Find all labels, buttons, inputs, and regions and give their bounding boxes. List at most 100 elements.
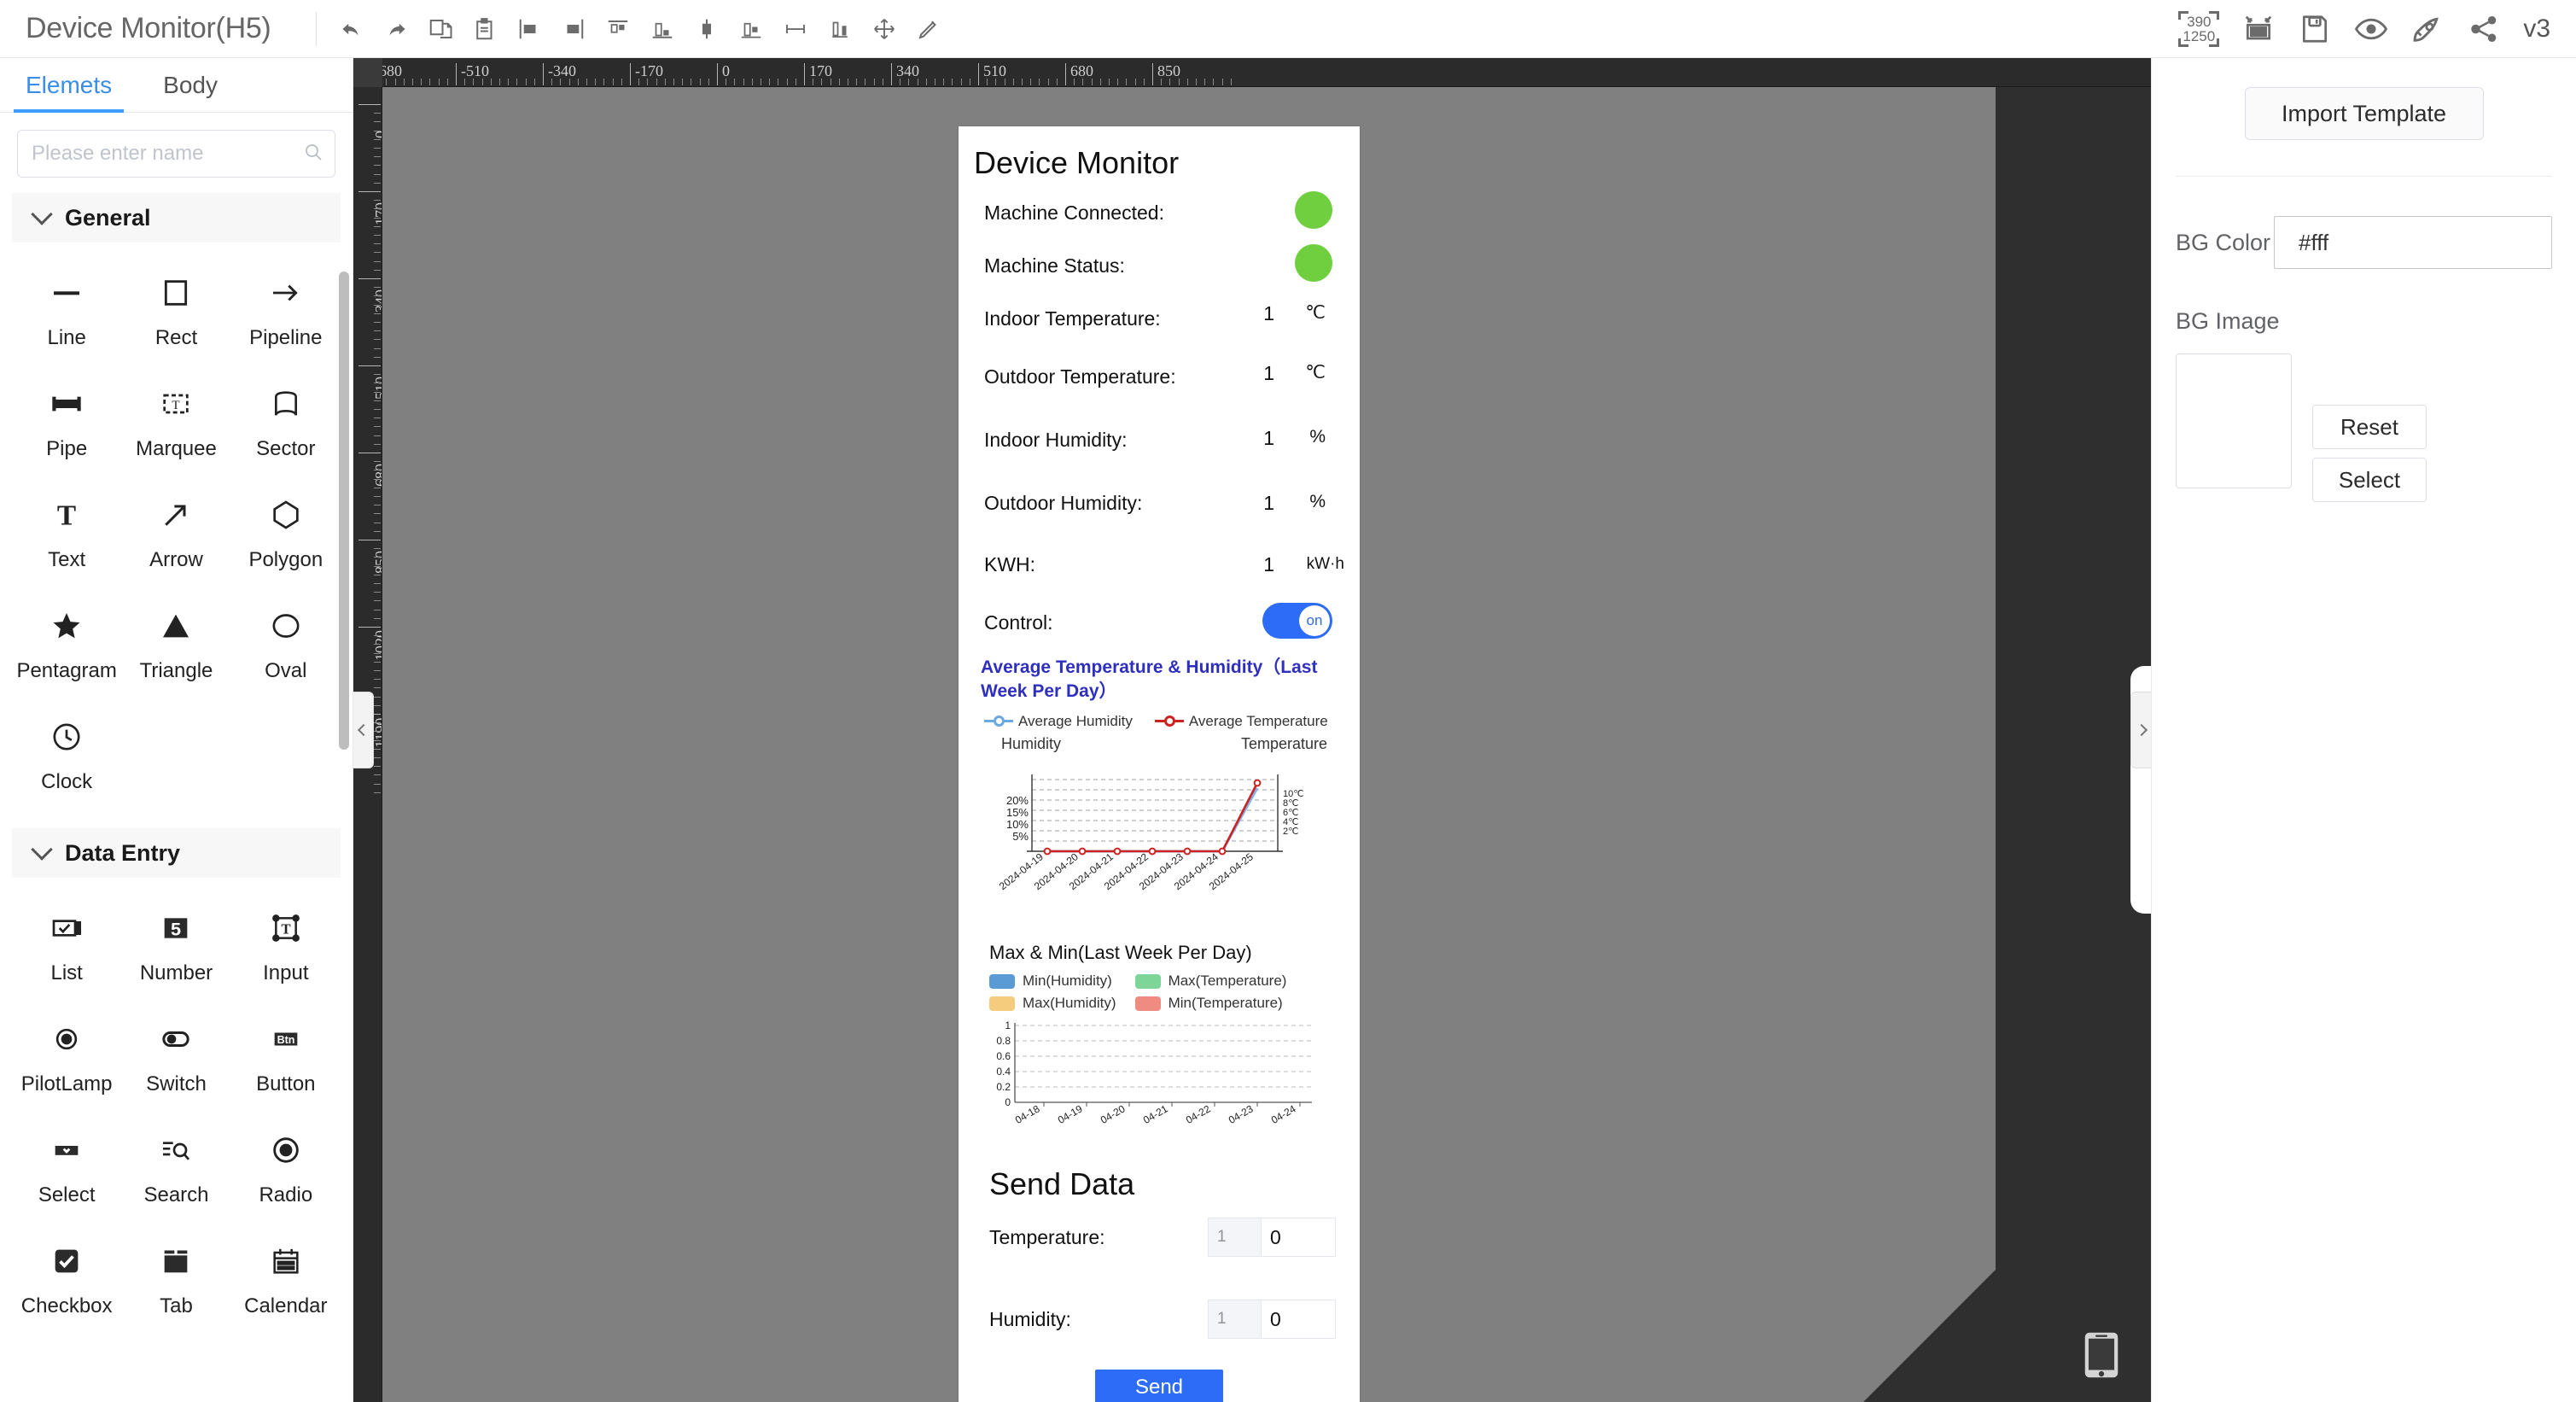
element-clock[interactable]: Clock [12, 695, 121, 806]
save-icon[interactable] [2293, 7, 2337, 51]
element-pentagram[interactable]: Pentagram [12, 584, 121, 695]
bg-color-input[interactable]: #fff [2274, 216, 2552, 269]
send-data-row-humidity: Humidity: 1 0 [982, 1291, 1336, 1347]
outdoor-humidity-label: Outdoor Humidity: [984, 491, 1143, 514]
fit-screen-icon[interactable] [2236, 7, 2281, 51]
align-right-icon[interactable] [554, 9, 593, 49]
search-input[interactable] [32, 142, 296, 166]
element-switch[interactable]: Switch [121, 997, 230, 1108]
row-outdoor-temperature[interactable]: Outdoor Temperature: 1 ℃ [959, 345, 1360, 408]
element-input[interactable]: T Input [231, 886, 341, 997]
control-switch[interactable]: on [1262, 603, 1332, 639]
legend-item[interactable]: Min(Humidity) [989, 973, 1116, 990]
indoor-humidity-unit: % [1309, 427, 1326, 447]
element-button[interactable]: Btn Button [231, 997, 341, 1108]
element-tab[interactable]: Tab [121, 1219, 230, 1330]
row-indoor-temperature[interactable]: Indoor Temperature: 1 ℃ [959, 292, 1360, 345]
element-triangle[interactable]: Triangle [121, 584, 230, 695]
send-button[interactable]: Send [1095, 1370, 1223, 1402]
tab-body[interactable]: Body [137, 58, 243, 112]
element-arrow[interactable]: Arrow [121, 473, 230, 584]
element-calendar[interactable]: Calendar [231, 1219, 341, 1330]
svg-text:0: 0 [1005, 1096, 1011, 1108]
pen-icon[interactable] [909, 9, 948, 49]
search-box[interactable] [17, 130, 335, 178]
row-control[interactable]: Control: on [959, 594, 1360, 651]
element-label: Clock [41, 770, 93, 793]
group-header-general[interactable]: General [12, 193, 341, 242]
align-left-icon[interactable] [510, 9, 549, 49]
collapse-right-handle[interactable] [2130, 692, 2151, 768]
redo-icon[interactable] [376, 9, 416, 49]
align-top-icon[interactable] [598, 9, 638, 49]
element-text[interactable]: T Text [12, 473, 121, 584]
svg-text:10%: 10% [1006, 818, 1029, 831]
preview-icon[interactable] [2349, 7, 2393, 51]
element-number[interactable]: 5 Number [121, 886, 230, 997]
chart-max-min[interactable]: Max & Min(Last Week Per Day) Min(Humidit… [970, 942, 1346, 1164]
mobile-device-icon[interactable] [2083, 1331, 2120, 1383]
canvas-size-indicator[interactable]: 390 1250 [2173, 9, 2224, 49]
element-list-scroll[interactable]: General Line Rect Pipeline Pipe T Marque… [0, 188, 353, 1402]
element-checkbox[interactable]: Checkbox [12, 1219, 121, 1330]
humidity-input-group[interactable]: 1 0 [1208, 1300, 1336, 1339]
import-template-button[interactable]: Import Template [2244, 87, 2484, 140]
send-data-title: Send Data [989, 1166, 1135, 1201]
element-list[interactable]: List [12, 886, 121, 997]
legend-item[interactable]: Average Temperature [1154, 713, 1328, 730]
row-outdoor-humidity[interactable]: Outdoor Humidity: 1 % [959, 471, 1360, 535]
align-center-horizontal-icon[interactable] [731, 9, 771, 49]
element-pipeline[interactable]: Pipeline [231, 251, 341, 362]
element-label: Sector [256, 437, 316, 460]
distribute-vertical-icon[interactable] [820, 9, 860, 49]
align-center-vertical-icon[interactable] [687, 9, 726, 49]
legend-item[interactable]: Max(Humidity) [989, 995, 1116, 1012]
legend-label: Average Humidity [1018, 712, 1133, 729]
element-select[interactable]: Select [12, 1108, 121, 1219]
element-sector[interactable]: Sector [231, 362, 341, 473]
legend-item[interactable]: Min(Temperature) [1134, 995, 1287, 1012]
element-marquee[interactable]: T Marquee [121, 362, 230, 473]
share-icon[interactable] [2462, 7, 2506, 51]
version-label[interactable]: v3 [2518, 15, 2556, 44]
move-icon[interactable] [865, 9, 904, 49]
element-pipe[interactable]: Pipe [12, 362, 121, 473]
publish-icon[interactable] [2405, 7, 2450, 51]
element-radio[interactable]: Radio [231, 1108, 341, 1219]
humidity-input[interactable]: 0 [1261, 1300, 1336, 1339]
align-bottom-icon[interactable] [643, 9, 682, 49]
element-search[interactable]: Search [121, 1108, 230, 1219]
pentagram-icon [50, 606, 84, 646]
paste-icon[interactable] [465, 9, 504, 49]
element-polygon[interactable]: Polygon [231, 473, 341, 584]
copy-icon[interactable] [421, 9, 460, 49]
element-rect[interactable]: Rect [121, 251, 230, 362]
select-button[interactable]: Select [2312, 458, 2427, 502]
reset-button[interactable]: Reset [2312, 405, 2427, 449]
tab-elements[interactable]: Elemets [0, 58, 137, 113]
distribute-horizontal-icon[interactable] [776, 9, 815, 49]
undo-icon[interactable] [332, 9, 371, 49]
legend-item[interactable]: Average Humidity [984, 713, 1133, 730]
element-line[interactable]: Line [12, 251, 121, 362]
row-kwh[interactable]: KWH: 1 kW·h [959, 535, 1360, 594]
group-header-data-entry[interactable]: Data Entry [12, 828, 341, 878]
panel-divider [2176, 176, 2552, 177]
row-machine-status[interactable]: Machine Status: [959, 239, 1360, 292]
canvas-viewport[interactable]: Device Monitor Machine Connected: Machin… [382, 87, 2151, 1402]
sidebar-scrollbar[interactable] [339, 272, 349, 750]
element-pilotlamp[interactable]: PilotLamp [12, 997, 121, 1108]
chart-average-temp-humidity[interactable]: Average Temperature & Humidity（Last Week… [970, 656, 1346, 895]
bg-image-thumbnail[interactable] [2176, 353, 2292, 488]
collapse-left-handle[interactable] [353, 692, 374, 768]
canvas-area[interactable]: -680-510-340-1700170340510680850 0170340… [353, 58, 2151, 1402]
ruler-label-v: 0 [372, 131, 382, 138]
canvas-page[interactable]: Device Monitor Machine Connected: Machin… [382, 87, 1996, 1402]
row-machine-connected[interactable]: Machine Connected: [959, 186, 1360, 239]
temperature-input[interactable]: 0 [1261, 1218, 1336, 1257]
legend-item[interactable]: Max(Temperature) [1134, 973, 1286, 990]
phone-preview[interactable]: Device Monitor Machine Connected: Machin… [959, 126, 1360, 1402]
row-indoor-humidity[interactable]: Indoor Humidity: 1 % [959, 408, 1360, 471]
temperature-input-group[interactable]: 1 0 [1208, 1218, 1336, 1257]
element-oval[interactable]: Oval [231, 584, 341, 695]
